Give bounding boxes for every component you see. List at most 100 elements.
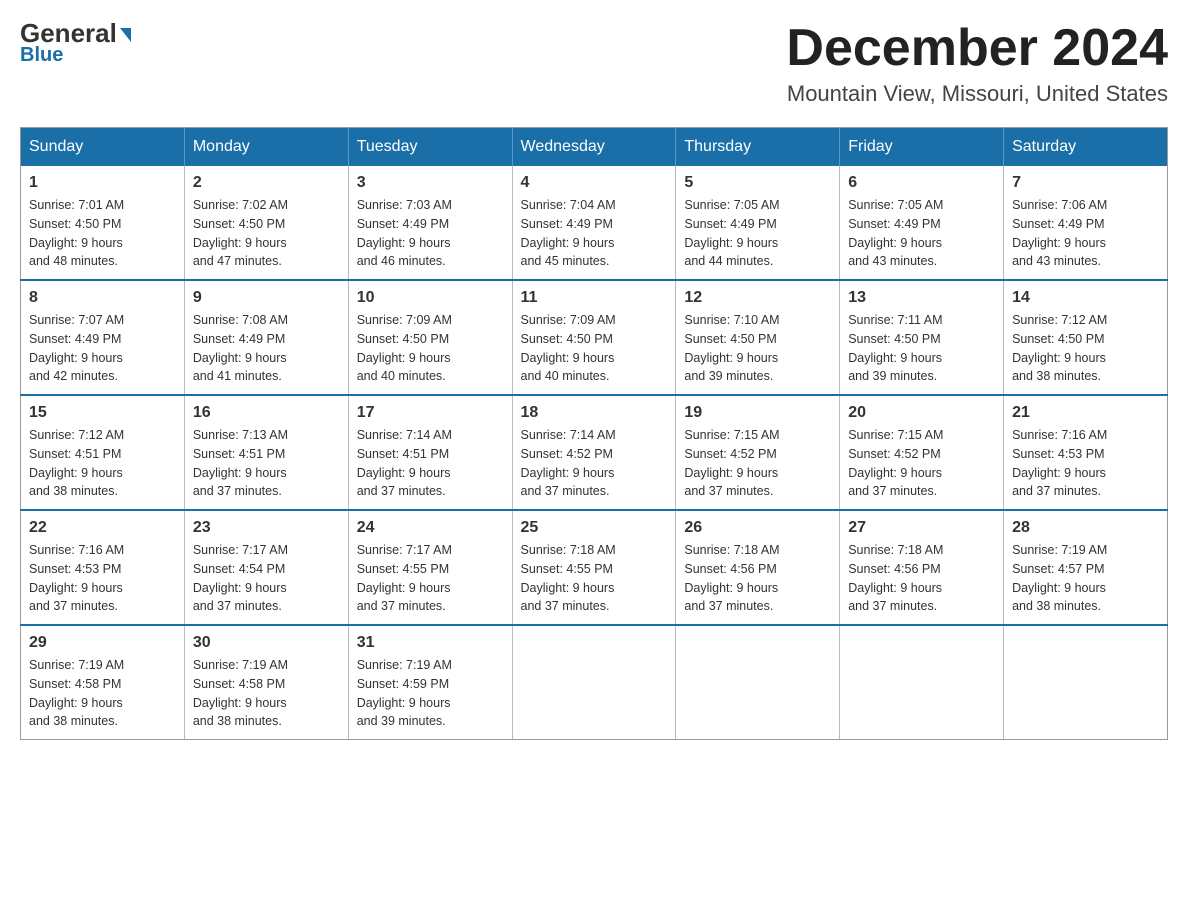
day-info: Sunrise: 7:02 AMSunset: 4:50 PMDaylight:… bbox=[193, 196, 340, 271]
calendar-header-saturday: Saturday bbox=[1004, 128, 1168, 167]
day-info: Sunrise: 7:18 AMSunset: 4:56 PMDaylight:… bbox=[684, 541, 831, 616]
logo: General Blue bbox=[20, 20, 131, 67]
table-row: 3 Sunrise: 7:03 AMSunset: 4:49 PMDaylight… bbox=[348, 166, 512, 280]
day-info: Sunrise: 7:11 AMSunset: 4:50 PMDaylight:… bbox=[848, 311, 995, 386]
day-info: Sunrise: 7:15 AMSunset: 4:52 PMDaylight:… bbox=[684, 426, 831, 501]
day-info: Sunrise: 7:05 AMSunset: 4:49 PMDaylight:… bbox=[848, 196, 995, 271]
day-number: 27 bbox=[848, 519, 995, 537]
day-info: Sunrise: 7:08 AMSunset: 4:49 PMDaylight:… bbox=[193, 311, 340, 386]
table-row: 7 Sunrise: 7:06 AMSunset: 4:49 PMDaylight… bbox=[1004, 166, 1168, 280]
day-number: 11 bbox=[521, 289, 668, 307]
day-number: 6 bbox=[848, 174, 995, 192]
calendar-week-3: 15 Sunrise: 7:12 AMSunset: 4:51 PMDayligh… bbox=[21, 395, 1168, 510]
day-info: Sunrise: 7:12 AMSunset: 4:50 PMDaylight:… bbox=[1012, 311, 1159, 386]
table-row: 24 Sunrise: 7:17 AMSunset: 4:55 PMDayligh… bbox=[348, 510, 512, 625]
table-row: 13 Sunrise: 7:11 AMSunset: 4:50 PMDayligh… bbox=[840, 280, 1004, 395]
table-row: 11 Sunrise: 7:09 AMSunset: 4:50 PMDayligh… bbox=[512, 280, 676, 395]
day-number: 9 bbox=[193, 289, 340, 307]
location-title: Mountain View, Missouri, United States bbox=[786, 81, 1168, 107]
day-number: 4 bbox=[521, 174, 668, 192]
logo-general: General bbox=[20, 20, 131, 46]
table-row: 31Sunrise: 7:19 AMSunset: 4:59 PMDayligh… bbox=[348, 625, 512, 740]
day-info: Sunrise: 7:07 AMSunset: 4:49 PMDaylight:… bbox=[29, 311, 176, 386]
day-number: 17 bbox=[357, 404, 504, 422]
day-info: Sunrise: 7:18 AMSunset: 4:56 PMDaylight:… bbox=[848, 541, 995, 616]
table-row: 12 Sunrise: 7:10 AMSunset: 4:50 PMDayligh… bbox=[676, 280, 840, 395]
day-number: 13 bbox=[848, 289, 995, 307]
table-row: 27 Sunrise: 7:18 AMSunset: 4:56 PMDayligh… bbox=[840, 510, 1004, 625]
day-info: Sunrise: 7:17 AMSunset: 4:54 PMDaylight:… bbox=[193, 541, 340, 616]
day-number: 31 bbox=[357, 634, 504, 652]
day-number: 22 bbox=[29, 519, 176, 537]
calendar-table: SundayMondayTuesdayWednesdayThursdayFrid… bbox=[20, 127, 1168, 740]
table-row: 22 Sunrise: 7:16 AMSunset: 4:53 PMDayligh… bbox=[21, 510, 185, 625]
table-row bbox=[840, 625, 1004, 740]
day-number: 20 bbox=[848, 404, 995, 422]
calendar-header-wednesday: Wednesday bbox=[512, 128, 676, 167]
day-number: 1 bbox=[29, 174, 176, 192]
table-row: 16 Sunrise: 7:13 AMSunset: 4:51 PMDayligh… bbox=[184, 395, 348, 510]
day-number: 26 bbox=[684, 519, 831, 537]
table-row: 10 Sunrise: 7:09 AMSunset: 4:50 PMDayligh… bbox=[348, 280, 512, 395]
day-info: Sunrise: 7:14 AMSunset: 4:52 PMDaylight:… bbox=[521, 426, 668, 501]
day-info: Sunrise: 7:17 AMSunset: 4:55 PMDaylight:… bbox=[357, 541, 504, 616]
table-row: 29 Sunrise: 7:19 AMSunset: 4:58 PMDayligh… bbox=[21, 625, 185, 740]
table-row: 1 Sunrise: 7:01 AMSunset: 4:50 PMDaylight… bbox=[21, 166, 185, 280]
day-number: 3 bbox=[357, 174, 504, 192]
table-row: 20Sunrise: 7:15 AMSunset: 4:52 PMDayligh… bbox=[840, 395, 1004, 510]
day-number: 30 bbox=[193, 634, 340, 652]
day-info: Sunrise: 7:03 AMSunset: 4:49 PMDaylight:… bbox=[357, 196, 504, 271]
day-info: Sunrise: 7:16 AMSunset: 4:53 PMDaylight:… bbox=[29, 541, 176, 616]
table-row: 23 Sunrise: 7:17 AMSunset: 4:54 PMDayligh… bbox=[184, 510, 348, 625]
day-info: Sunrise: 7:10 AMSunset: 4:50 PMDaylight:… bbox=[684, 311, 831, 386]
calendar-header-tuesday: Tuesday bbox=[348, 128, 512, 167]
day-number: 29 bbox=[29, 634, 176, 652]
day-info: Sunrise: 7:04 AMSunset: 4:49 PMDaylight:… bbox=[521, 196, 668, 271]
calendar-header-monday: Monday bbox=[184, 128, 348, 167]
day-number: 19 bbox=[684, 404, 831, 422]
page-header: General Blue December 2024 Mountain View… bbox=[20, 20, 1168, 107]
day-info: Sunrise: 7:19 AMSunset: 4:58 PMDaylight:… bbox=[193, 656, 340, 731]
title-block: December 2024 Mountain View, Missouri, U… bbox=[786, 20, 1168, 107]
day-info: Sunrise: 7:05 AMSunset: 4:49 PMDaylight:… bbox=[684, 196, 831, 271]
table-row: 21Sunrise: 7:16 AMSunset: 4:53 PMDayligh… bbox=[1004, 395, 1168, 510]
day-info: Sunrise: 7:12 AMSunset: 4:51 PMDaylight:… bbox=[29, 426, 176, 501]
table-row: 15 Sunrise: 7:12 AMSunset: 4:51 PMDayligh… bbox=[21, 395, 185, 510]
day-number: 2 bbox=[193, 174, 340, 192]
day-number: 12 bbox=[684, 289, 831, 307]
day-number: 28 bbox=[1012, 519, 1159, 537]
day-number: 16 bbox=[193, 404, 340, 422]
table-row: 8 Sunrise: 7:07 AMSunset: 4:49 PMDaylight… bbox=[21, 280, 185, 395]
table-row: 4 Sunrise: 7:04 AMSunset: 4:49 PMDaylight… bbox=[512, 166, 676, 280]
day-number: 15 bbox=[29, 404, 176, 422]
calendar-header-thursday: Thursday bbox=[676, 128, 840, 167]
table-row: 30 Sunrise: 7:19 AMSunset: 4:58 PMDayligh… bbox=[184, 625, 348, 740]
day-info: Sunrise: 7:19 AMSunset: 4:57 PMDaylight:… bbox=[1012, 541, 1159, 616]
day-info: Sunrise: 7:01 AMSunset: 4:50 PMDaylight:… bbox=[29, 196, 176, 271]
day-number: 21 bbox=[1012, 404, 1159, 422]
table-row: 18Sunrise: 7:14 AMSunset: 4:52 PMDayligh… bbox=[512, 395, 676, 510]
day-info: Sunrise: 7:09 AMSunset: 4:50 PMDaylight:… bbox=[521, 311, 668, 386]
day-number: 8 bbox=[29, 289, 176, 307]
table-row: 5Sunrise: 7:05 AMSunset: 4:49 PMDaylight… bbox=[676, 166, 840, 280]
day-number: 10 bbox=[357, 289, 504, 307]
day-info: Sunrise: 7:19 AMSunset: 4:58 PMDaylight:… bbox=[29, 656, 176, 731]
calendar-header-friday: Friday bbox=[840, 128, 1004, 167]
day-number: 23 bbox=[193, 519, 340, 537]
day-info: Sunrise: 7:09 AMSunset: 4:50 PMDaylight:… bbox=[357, 311, 504, 386]
calendar-week-2: 8 Sunrise: 7:07 AMSunset: 4:49 PMDaylight… bbox=[21, 280, 1168, 395]
calendar-week-1: 1 Sunrise: 7:01 AMSunset: 4:50 PMDaylight… bbox=[21, 166, 1168, 280]
calendar-week-5: 29 Sunrise: 7:19 AMSunset: 4:58 PMDayligh… bbox=[21, 625, 1168, 740]
table-row bbox=[512, 625, 676, 740]
table-row: 9 Sunrise: 7:08 AMSunset: 4:49 PMDaylight… bbox=[184, 280, 348, 395]
table-row: 17Sunrise: 7:14 AMSunset: 4:51 PMDayligh… bbox=[348, 395, 512, 510]
calendar-header-sunday: Sunday bbox=[21, 128, 185, 167]
day-info: Sunrise: 7:18 AMSunset: 4:55 PMDaylight:… bbox=[521, 541, 668, 616]
table-row: 25Sunrise: 7:18 AMSunset: 4:55 PMDayligh… bbox=[512, 510, 676, 625]
day-number: 24 bbox=[357, 519, 504, 537]
day-info: Sunrise: 7:06 AMSunset: 4:49 PMDaylight:… bbox=[1012, 196, 1159, 271]
day-number: 7 bbox=[1012, 174, 1159, 192]
day-info: Sunrise: 7:13 AMSunset: 4:51 PMDaylight:… bbox=[193, 426, 340, 501]
table-row: 28 Sunrise: 7:19 AMSunset: 4:57 PMDayligh… bbox=[1004, 510, 1168, 625]
table-row bbox=[676, 625, 840, 740]
